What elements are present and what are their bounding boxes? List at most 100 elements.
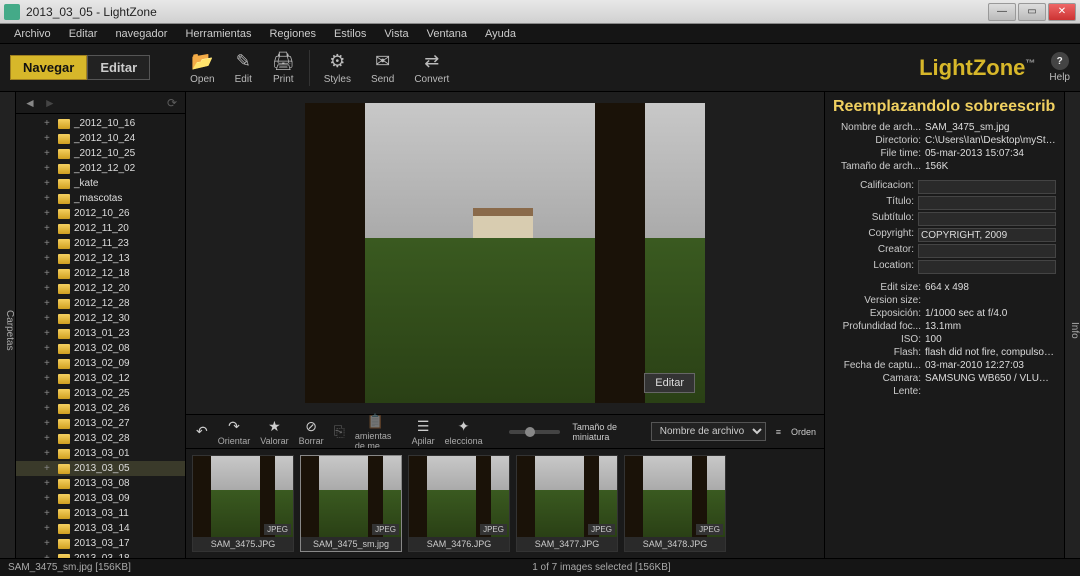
expand-icon[interactable]: +	[44, 372, 54, 385]
folder-item[interactable]: +2012_12_18	[16, 266, 185, 281]
expand-icon[interactable]: +	[44, 312, 54, 325]
nav-forward-icon[interactable]: ►	[44, 96, 56, 110]
thumbnail-size-slider[interactable]	[509, 430, 560, 434]
expand-icon[interactable]: +	[44, 462, 54, 475]
folder-item[interactable]: +2013_01_23	[16, 326, 185, 341]
menu-ventana[interactable]: Ventana	[419, 26, 475, 42]
info-input[interactable]	[918, 260, 1056, 274]
folder-item[interactable]: +2013_03_09	[16, 491, 185, 506]
expand-icon[interactable]: +	[44, 117, 54, 130]
expand-icon[interactable]: +	[44, 417, 54, 430]
folder-item[interactable]: +2012_12_30	[16, 311, 185, 326]
close-button[interactable]: ✕	[1048, 3, 1076, 21]
expand-icon[interactable]: +	[44, 492, 54, 505]
folder-item[interactable]: +2012_12_20	[16, 281, 185, 296]
sidetab-info[interactable]: Info	[1064, 92, 1080, 558]
folder-item[interactable]: +2013_03_05	[16, 461, 185, 476]
info-input[interactable]	[918, 228, 1056, 242]
convert-button[interactable]: ⇄Convert	[404, 49, 459, 87]
folder-item[interactable]: +2013_03_14	[16, 521, 185, 536]
copy-button[interactable]: ⎘	[332, 423, 347, 440]
folder-item[interactable]: +2013_02_12	[16, 371, 185, 386]
menu-navegador[interactable]: navegador	[107, 26, 175, 42]
folder-item[interactable]: +2013_02_28	[16, 431, 185, 446]
folder-item[interactable]: +2012_11_20	[16, 221, 185, 236]
rotate-ccw-button[interactable]: ↶	[194, 423, 210, 440]
folder-item[interactable]: +2012_12_13	[16, 251, 185, 266]
info-input[interactable]	[918, 244, 1056, 258]
folder-item[interactable]: +2013_02_25	[16, 386, 185, 401]
nav-up-icon[interactable]: ⟳	[167, 96, 177, 110]
expand-icon[interactable]: +	[44, 237, 54, 250]
expand-icon[interactable]: +	[44, 297, 54, 310]
menu-regiones[interactable]: Regiones	[261, 26, 323, 42]
menu-vista[interactable]: Vista	[376, 26, 416, 42]
expand-icon[interactable]: +	[44, 342, 54, 355]
preview-image[interactable]: Editar	[305, 103, 705, 403]
folder-item[interactable]: +2012_11_23	[16, 236, 185, 251]
minimize-button[interactable]: —	[988, 3, 1016, 21]
edit-button[interactable]: ✎Edit	[225, 49, 262, 87]
folder-item[interactable]: +_2012_12_02	[16, 161, 185, 176]
expand-icon[interactable]: +	[44, 132, 54, 145]
folder-item[interactable]: +2013_02_08	[16, 341, 185, 356]
paste-button[interactable]: 📋amientas de me	[353, 413, 398, 451]
sort-dir-icon[interactable]: ≡	[776, 427, 781, 437]
folder-item[interactable]: +2013_02_27	[16, 416, 185, 431]
menu-herramientas[interactable]: Herramientas	[177, 26, 259, 42]
select-button[interactable]: ✦elecciona	[443, 418, 485, 446]
info-input[interactable]	[918, 180, 1056, 194]
expand-icon[interactable]: +	[44, 267, 54, 280]
folder-item[interactable]: +_2012_10_16	[16, 116, 185, 131]
thumbnail[interactable]: JPEGSAM_3475.JPG	[192, 455, 294, 552]
info-input[interactable]	[918, 196, 1056, 210]
folder-item[interactable]: +2013_03_17	[16, 536, 185, 551]
expand-icon[interactable]: +	[44, 387, 54, 400]
expand-icon[interactable]: +	[44, 192, 54, 205]
stack-button[interactable]: ☰Apilar	[410, 418, 437, 446]
order-select[interactable]: Nombre de archivo	[651, 422, 766, 441]
expand-icon[interactable]: +	[44, 222, 54, 235]
expand-icon[interactable]: +	[44, 507, 54, 520]
styles-button[interactable]: ⚙Styles	[314, 49, 361, 87]
expand-icon[interactable]: +	[44, 537, 54, 550]
print-button[interactable]: 🖨Print	[262, 49, 305, 87]
expand-icon[interactable]: +	[44, 327, 54, 340]
delete-button[interactable]: ⊘Borrar	[297, 418, 326, 446]
folder-item[interactable]: +2013_02_09	[16, 356, 185, 371]
nav-back-icon[interactable]: ◄	[24, 96, 36, 110]
folder-item[interactable]: +2013_03_11	[16, 506, 185, 521]
expand-icon[interactable]: +	[44, 447, 54, 460]
expand-icon[interactable]: +	[44, 147, 54, 160]
sidetab-folders[interactable]: Carpetas	[0, 92, 16, 558]
expand-icon[interactable]: +	[44, 252, 54, 265]
expand-icon[interactable]: +	[44, 432, 54, 445]
help-button[interactable]: ? Help	[1049, 52, 1070, 83]
folder-item[interactable]: +2013_03_08	[16, 476, 185, 491]
mode-edit[interactable]: Editar	[87, 55, 150, 80]
menu-ayuda[interactable]: Ayuda	[477, 26, 524, 42]
expand-icon[interactable]: +	[44, 207, 54, 220]
thumbnail[interactable]: JPEGSAM_3478.JPG	[624, 455, 726, 552]
folder-item[interactable]: +_2012_10_24	[16, 131, 185, 146]
menu-archivo[interactable]: Archivo	[6, 26, 59, 42]
thumbnail[interactable]: JPEGSAM_3476.JPG	[408, 455, 510, 552]
folder-item[interactable]: +_kate	[16, 176, 185, 191]
folder-item[interactable]: +2012_12_28	[16, 296, 185, 311]
folder-item[interactable]: +2013_02_26	[16, 401, 185, 416]
rate-button[interactable]: ★Valorar	[258, 418, 290, 446]
preview-edit-button[interactable]: Editar	[644, 373, 695, 393]
expand-icon[interactable]: +	[44, 177, 54, 190]
thumbnail[interactable]: JPEGSAM_3477.JPG	[516, 455, 618, 552]
folder-item[interactable]: +2013_03_18	[16, 551, 185, 558]
expand-icon[interactable]: +	[44, 402, 54, 415]
expand-icon[interactable]: +	[44, 522, 54, 535]
folder-item[interactable]: +_2012_10_25	[16, 146, 185, 161]
folder-item[interactable]: +2013_03_01	[16, 446, 185, 461]
open-button[interactable]: 📂Open	[180, 49, 224, 87]
rotate-cw-button[interactable]: ↷Orientar	[216, 418, 253, 446]
thumbnail[interactable]: JPEGSAM_3475_sm.jpg	[300, 455, 402, 552]
expand-icon[interactable]: +	[44, 357, 54, 370]
folder-item[interactable]: +_mascotas	[16, 191, 185, 206]
expand-icon[interactable]: +	[44, 552, 54, 558]
